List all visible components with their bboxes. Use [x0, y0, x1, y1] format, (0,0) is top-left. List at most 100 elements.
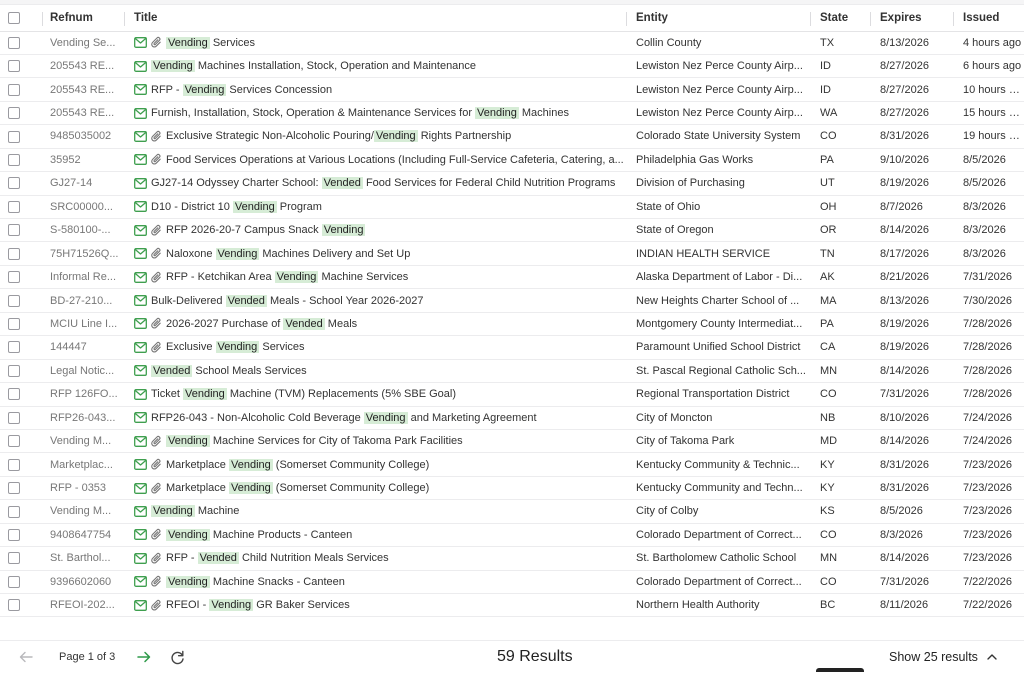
table-row[interactable]: MCIU Line I... 2026-2027 Purchase of Vend… [0, 312, 1024, 336]
table-row[interactable]: RFP26-043... RFP26-043 - Non-Alcoholic Co… [0, 406, 1024, 430]
title-cell[interactable]: RFEOI - Vending GR Baker Services [124, 594, 626, 617]
title-link[interactable]: Bulk-Delivered Vended Meals - School Yea… [151, 294, 423, 307]
title-cell[interactable]: Furnish, Installation, Stock, Operation … [124, 101, 626, 124]
title-cell[interactable]: Vending Machine Services for City of Tak… [124, 429, 626, 452]
title-link[interactable]: Exclusive Strategic Non-Alcoholic Pourin… [166, 130, 511, 143]
row-checkbox[interactable] [8, 575, 20, 588]
title-cell[interactable]: Exclusive Strategic Non-Alcoholic Pourin… [124, 125, 626, 148]
title-link[interactable]: Marketplace Vending (Somerset Community … [166, 482, 429, 495]
next-page-button[interactable] [136, 650, 152, 664]
row-checkbox[interactable] [8, 153, 20, 166]
title-link[interactable]: RFP - Vending Services Concession [151, 83, 332, 96]
table-row[interactable]: S-580100-... RFP 2026-20-7 Campus Snack V… [0, 219, 1024, 242]
title-link[interactable]: Marketplace Vending (Somerset Community … [166, 458, 429, 471]
row-checkbox[interactable] [8, 224, 20, 237]
column-header-issued[interactable]: Issued [953, 5, 1024, 32]
title-cell[interactable]: GJ27-14 Odyssey Charter School: Vended F… [124, 172, 626, 195]
title-link[interactable]: Vending Machine [151, 505, 239, 518]
title-link[interactable]: Vending Services [166, 36, 255, 49]
row-checkbox[interactable] [8, 505, 20, 518]
row-checkbox[interactable] [8, 247, 20, 260]
title-link[interactable]: Vending Machines Installation, Stock, Op… [151, 60, 476, 73]
table-row[interactable]: SRC00000... D10 - District 10 Vending Pro… [0, 195, 1024, 219]
table-row[interactable]: 75H71526Q... Naloxone Vending Machines De… [0, 242, 1024, 266]
title-link[interactable]: D10 - District 10 Vending Program [151, 200, 322, 213]
title-cell[interactable]: Naloxone Vending Machines Delivery and S… [124, 242, 626, 265]
title-cell[interactable]: D10 - District 10 Vending Program [124, 195, 626, 218]
title-cell[interactable]: RFP - Vended Child Nutrition Meals Servi… [124, 547, 626, 570]
title-link[interactable]: Naloxone Vending Machines Delivery and S… [166, 247, 410, 260]
table-row[interactable]: RFEOI-202... RFEOI - Vending GR Baker Ser… [0, 594, 1024, 617]
title-cell[interactable]: Vending Machines Installation, Stock, Op… [124, 54, 626, 77]
title-link[interactable]: 2026-2027 Purchase of Vended Meals [166, 317, 357, 330]
title-cell[interactable]: Bulk-Delivered Vended Meals - School Yea… [124, 289, 626, 312]
row-checkbox[interactable] [8, 458, 20, 471]
title-link[interactable]: Vended School Meals Services [151, 364, 307, 377]
table-row[interactable]: GJ27-14 GJ27-14 Odyssey Charter School: V… [0, 172, 1024, 196]
refresh-button[interactable] [169, 649, 186, 666]
table-row[interactable]: 9408647754 Vending Machine Products - Can… [0, 523, 1024, 547]
title-link[interactable]: Food Services Operations at Various Loca… [166, 154, 624, 166]
column-header-expires[interactable]: Expires [870, 5, 953, 32]
row-checkbox[interactable] [8, 83, 20, 96]
title-cell[interactable]: Vending Machine [124, 500, 626, 523]
column-header-refnum[interactable]: Refnum [42, 5, 124, 32]
select-all-checkbox[interactable] [8, 11, 20, 24]
title-cell[interactable]: RFP 2026-20-7 Campus Snack Vending [124, 219, 626, 242]
row-checkbox[interactable] [8, 36, 20, 49]
prev-page-button[interactable] [18, 650, 34, 664]
title-cell[interactable]: RFP - Vending Services Concession [124, 78, 626, 101]
title-link[interactable]: Vending Machine Services for City of Tak… [166, 435, 463, 448]
row-checkbox[interactable] [8, 364, 20, 377]
title-cell[interactable]: RFP - Ketchikan Area Vending Machine Ser… [124, 265, 626, 288]
column-header-title[interactable]: Title [124, 5, 626, 32]
row-checkbox[interactable] [8, 318, 20, 331]
table-row[interactable]: Informal Re... RFP - Ketchikan Area Vendi… [0, 265, 1024, 289]
title-link[interactable]: Vending Machine Products - Canteen [166, 528, 352, 541]
table-row[interactable]: RFP - 0353 Marketplace Vending (Somerset … [0, 476, 1024, 500]
row-checkbox[interactable] [8, 107, 20, 120]
table-row[interactable]: 205543 RE... Vending Machines Installatio… [0, 54, 1024, 78]
row-checkbox[interactable] [8, 411, 20, 424]
title-link[interactable]: RFP26-043 - Non-Alcoholic Cold Beverage … [151, 411, 537, 424]
table-row[interactable]: RFP 126FO... Ticket Vending Machine (TVM)… [0, 383, 1024, 406]
title-cell[interactable]: Vending Machine Products - Canteen [124, 523, 626, 546]
row-checkbox[interactable] [8, 271, 20, 284]
title-cell[interactable]: Exclusive Vending Services [124, 336, 626, 359]
table-row[interactable]: 35952 Food Services Operations at Various… [0, 148, 1024, 172]
title-cell[interactable]: 2026-2027 Purchase of Vended Meals [124, 312, 626, 335]
title-link[interactable]: RFP - Ketchikan Area Vending Machine Ser… [166, 271, 408, 284]
title-link[interactable]: Ticket Vending Machine (TVM) Replacement… [151, 388, 456, 401]
title-link[interactable]: RFP - Vended Child Nutrition Meals Servi… [166, 552, 389, 565]
title-link[interactable]: Vending Machine Snacks - Canteen [166, 575, 345, 588]
title-cell[interactable]: Food Services Operations at Various Loca… [124, 148, 626, 171]
title-link[interactable]: RFEOI - Vending GR Baker Services [166, 599, 350, 612]
title-cell[interactable]: Marketplace Vending (Somerset Community … [124, 476, 626, 499]
row-checkbox[interactable] [8, 388, 20, 401]
title-cell[interactable]: Vending Machine Snacks - Canteen [124, 570, 626, 593]
title-link[interactable]: Furnish, Installation, Stock, Operation … [151, 107, 569, 120]
title-link[interactable]: Exclusive Vending Services [166, 341, 305, 354]
table-row[interactable]: 9485035002 Exclusive Strategic Non-Alcoho… [0, 125, 1024, 149]
title-cell[interactable]: Vended School Meals Services [124, 359, 626, 382]
column-header-entity[interactable]: Entity [626, 5, 810, 32]
row-checkbox[interactable] [8, 177, 20, 190]
table-row[interactable]: 9396602060 Vending Machine Snacks - Cante… [0, 570, 1024, 594]
row-checkbox[interactable] [8, 435, 20, 448]
row-checkbox[interactable] [8, 528, 20, 541]
row-checkbox[interactable] [8, 599, 20, 612]
title-cell[interactable]: Marketplace Vending (Somerset Community … [124, 453, 626, 476]
table-row[interactable]: Vending Se... Vending Services Collin Coun… [0, 31, 1024, 55]
table-row[interactable]: 144447 Exclusive Vending Services Paramoun… [0, 336, 1024, 360]
title-cell[interactable]: RFP26-043 - Non-Alcoholic Cold Beverage … [124, 406, 626, 429]
column-header-state[interactable]: State [810, 5, 870, 32]
title-link[interactable]: GJ27-14 Odyssey Charter School: Vended F… [151, 177, 615, 190]
table-row[interactable]: St. Barthol... RFP - Vended Child Nutriti… [0, 547, 1024, 571]
row-checkbox[interactable] [8, 552, 20, 565]
title-link[interactable]: RFP 2026-20-7 Campus Snack Vending [166, 224, 366, 237]
row-checkbox[interactable] [8, 130, 20, 143]
table-row[interactable]: Marketplac... Marketplace Vending (Somers… [0, 453, 1024, 477]
row-checkbox[interactable] [8, 60, 20, 73]
table-row[interactable]: BD-27-210... Bulk-Delivered Vended Meals … [0, 289, 1024, 313]
table-row[interactable]: 205543 RE... RFP - Vending Services Conce… [0, 78, 1024, 102]
